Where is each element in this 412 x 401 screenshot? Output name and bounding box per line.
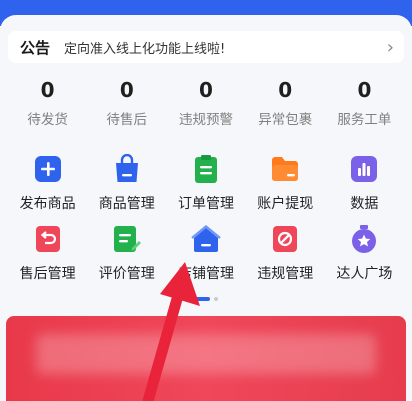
annotation-arrow-icon <box>142 262 200 401</box>
